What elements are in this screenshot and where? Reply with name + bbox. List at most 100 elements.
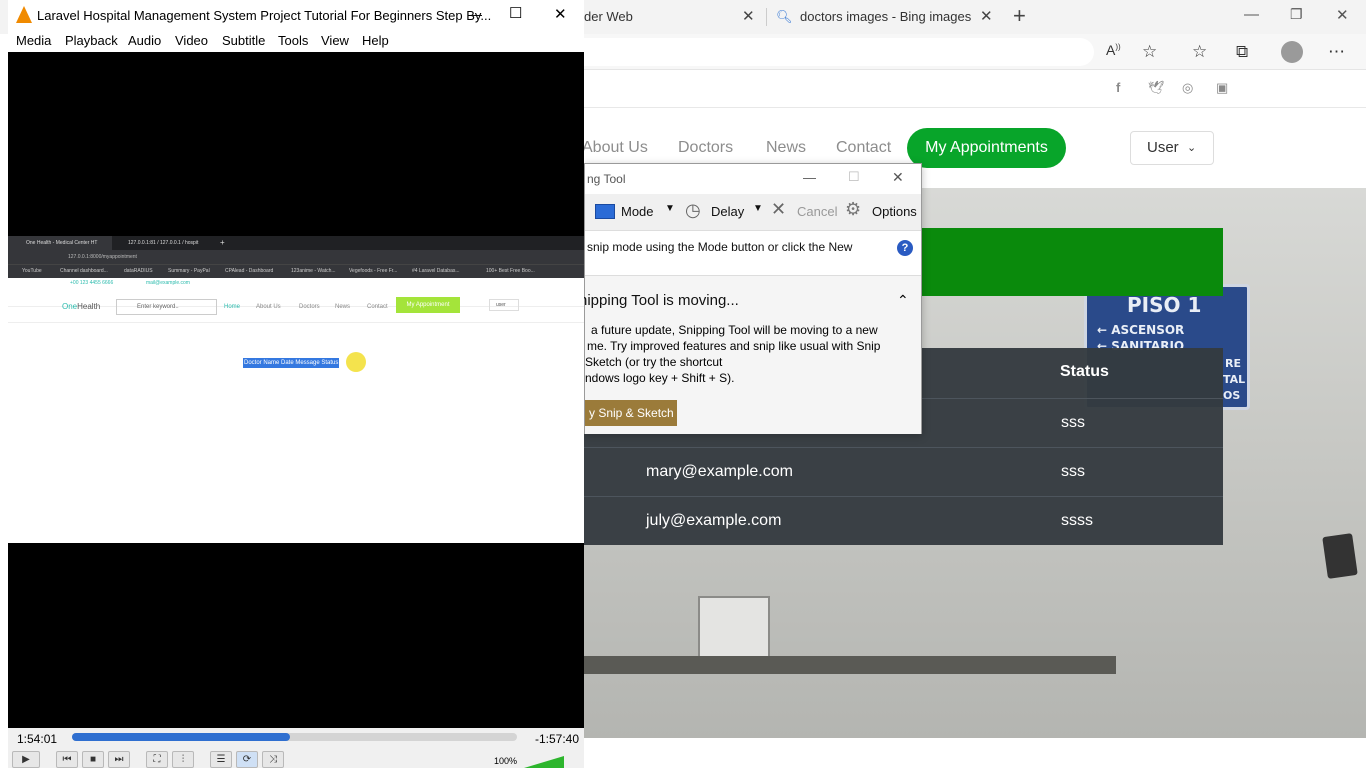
maximize-icon[interactable]: ☐ — [509, 4, 522, 22]
user-dropdown[interactable]: User ⌄ — [1130, 131, 1214, 165]
menu-view[interactable]: View — [321, 33, 349, 48]
browser-tab-bing[interactable]: 🔍︎ doctors images - Bing images ✕ — [776, 4, 996, 30]
next-icon[interactable]: ⏭ — [108, 751, 130, 768]
menu-subtitle[interactable]: Subtitle — [222, 33, 265, 48]
menu-playback[interactable]: Playback — [65, 33, 118, 48]
shuffle-icon[interactable]: ⤨ — [262, 751, 284, 768]
new-snip-icon[interactable] — [595, 204, 615, 219]
snipping-tool-titlebar: ng Tool — ☐ ✕ — [585, 164, 921, 194]
notice-line: Sketch (or try the shortcut — [585, 355, 723, 369]
chevron-up-icon[interactable]: ⌃ — [897, 292, 909, 309]
selected-table-header: Doctor Name Date Message Status — [243, 358, 340, 368]
close-icon[interactable]: ✕ — [980, 4, 993, 30]
close-icon[interactable]: ✕ — [554, 5, 567, 23]
nav-link-news[interactable]: News — [766, 139, 806, 157]
vlc-controls: 1:54:01 -1:57:40 ▶ ⏮ ■ ⏭ ⛶ ⫶ ☰ ⟳ ⤨ 100% — [8, 728, 584, 768]
address-input[interactable] — [584, 38, 1094, 66]
try-snip-sketch-button[interactable]: y Snip & Sketch — [585, 400, 677, 426]
menu-media[interactable]: Media — [16, 33, 51, 48]
nav-link-contact[interactable]: Contact — [836, 139, 891, 157]
extended-settings-icon[interactable]: ⫶ — [172, 751, 194, 768]
mini-tab[interactable]: One Health - Medical Center HT — [26, 240, 97, 246]
previous-icon[interactable]: ⏮ — [56, 751, 78, 768]
facebook-icon[interactable]: f — [1116, 80, 1120, 95]
play-icon[interactable]: ▶ — [12, 751, 40, 768]
new-tab-icon[interactable]: + — [1013, 3, 1026, 29]
my-appointments-button[interactable]: My Appointments — [907, 128, 1066, 168]
instagram-icon[interactable]: ▣ — [1216, 80, 1228, 96]
close-icon[interactable]: ✕ — [1336, 6, 1349, 24]
wall-shelf — [584, 656, 1116, 674]
more-menu-icon[interactable]: ⋯ — [1328, 42, 1345, 62]
snip-instructions: snip mode using the Mode button or click… — [585, 230, 921, 276]
twitter-icon[interactable]: 🕊︎ — [1148, 80, 1165, 96]
notice-line: ndows logo key + Shift + S). — [585, 371, 735, 385]
vlc-cone-icon — [16, 6, 32, 23]
dribbble-icon[interactable]: ◎ — [1182, 80, 1193, 96]
mode-button[interactable]: Mode — [621, 204, 654, 219]
fullscreen-icon[interactable]: ⛶ — [146, 751, 168, 768]
gear-icon: ⚙ — [845, 199, 862, 219]
minimize-icon[interactable]: — — [1244, 6, 1259, 23]
menu-help[interactable]: Help — [362, 33, 389, 48]
collections-icon[interactable]: ⧉ — [1236, 42, 1248, 62]
mini-user-dropdown[interactable]: user — [489, 299, 519, 311]
column-header-status: Status — [1060, 363, 1109, 380]
nav-link-about[interactable]: About Us — [582, 139, 648, 157]
browser-tab-reader[interactable]: der Web ✕ — [584, 4, 762, 30]
chevron-down-icon: ⌄ — [1187, 142, 1197, 154]
close-icon[interactable]: ✕ — [892, 169, 904, 186]
notice-panel: nipping Tool is moving... ⌃ a future upd… — [579, 276, 921, 434]
site-topbar: f 🕊︎ ◎ ▣ — [584, 70, 1366, 108]
minimize-icon[interactable]: — — [803, 170, 816, 185]
restore-icon[interactable]: ❐ — [1290, 6, 1303, 23]
maximize-icon[interactable]: ☐ — [848, 169, 860, 185]
menu-audio[interactable]: Audio — [128, 33, 161, 48]
browser-tab-label: doctors images - Bing images — [800, 9, 972, 24]
mini-search-input[interactable]: Enter keyword.. — [116, 299, 217, 315]
video-area[interactable]: One Health - Medical Center HT 127.0.0.1… — [8, 52, 584, 728]
mini-url[interactable]: 127.0.0.1:8000/myappointment — [68, 254, 137, 260]
help-icon[interactable]: ? — [897, 240, 913, 256]
search-icon: 🔍︎ — [776, 9, 793, 24]
mini-page: +00 123 4455 6666 mail@example.com OneHe… — [8, 278, 584, 543]
chevron-down-icon[interactable]: ▼ — [753, 203, 763, 214]
new-tab-icon[interactable]: + — [220, 238, 225, 247]
mini-my-appointment-button[interactable]: My Appointment — [396, 297, 460, 313]
wall-box — [698, 596, 770, 660]
favorites-icon[interactable]: ☆ — [1192, 42, 1207, 62]
address-toolbar: A)) ☆ ☆ ⧉ ⋯ — [584, 34, 1366, 70]
profile-avatar[interactable] — [1281, 41, 1303, 63]
tab-divider — [766, 8, 767, 26]
snipping-tool-window: ng Tool — ☐ ✕ Mode ▼ ◷ Delay ▼ ✕ Cancel … — [579, 163, 922, 434]
menu-tools[interactable]: Tools — [278, 33, 308, 48]
clock-icon: ◷ — [685, 200, 701, 220]
notice-title: nipping Tool is moving... — [579, 292, 739, 309]
notice-line: a future update, Snipping Tool will be m… — [591, 323, 878, 337]
delay-button[interactable]: Delay — [711, 204, 744, 219]
volume-slider[interactable] — [524, 756, 564, 768]
cursor-highlight — [346, 352, 366, 372]
mini-logo[interactable]: OneHealth — [62, 302, 100, 311]
seek-bar[interactable] — [72, 733, 517, 741]
stop-icon[interactable]: ■ — [82, 751, 104, 768]
close-icon[interactable]: ✕ — [742, 4, 755, 30]
nav-link-doctors[interactable]: Doctors — [678, 139, 733, 157]
vlc-menubar: Media Playback Audio Video Subtitle Tool… — [8, 31, 584, 52]
notice-line: me. Try improved features and snip like … — [587, 339, 881, 353]
cancel-button[interactable]: Cancel — [797, 204, 837, 219]
loop-icon[interactable]: ⟳ — [236, 751, 258, 768]
volume-level: 100% — [494, 756, 518, 766]
mini-tab[interactable]: 127.0.0.1:81 / 127.0.0.1 / hospit — [128, 240, 198, 246]
browser-tab-label: der Web — [584, 9, 633, 24]
chevron-down-icon[interactable]: ▼ — [665, 203, 675, 214]
playlist-icon[interactable]: ☰ — [210, 751, 232, 768]
read-aloud-icon[interactable]: A)) — [1106, 42, 1121, 58]
video-browser-frame: One Health - Medical Center HT 127.0.0.1… — [8, 236, 584, 543]
minimize-icon[interactable]: — — [468, 6, 482, 22]
options-button[interactable]: Options — [872, 204, 917, 219]
time-remaining: -1:57:40 — [535, 732, 580, 746]
favorite-add-icon[interactable]: ☆ — [1142, 42, 1157, 62]
menu-video[interactable]: Video — [175, 33, 208, 48]
time-elapsed: 1:54:01 — [17, 732, 58, 746]
